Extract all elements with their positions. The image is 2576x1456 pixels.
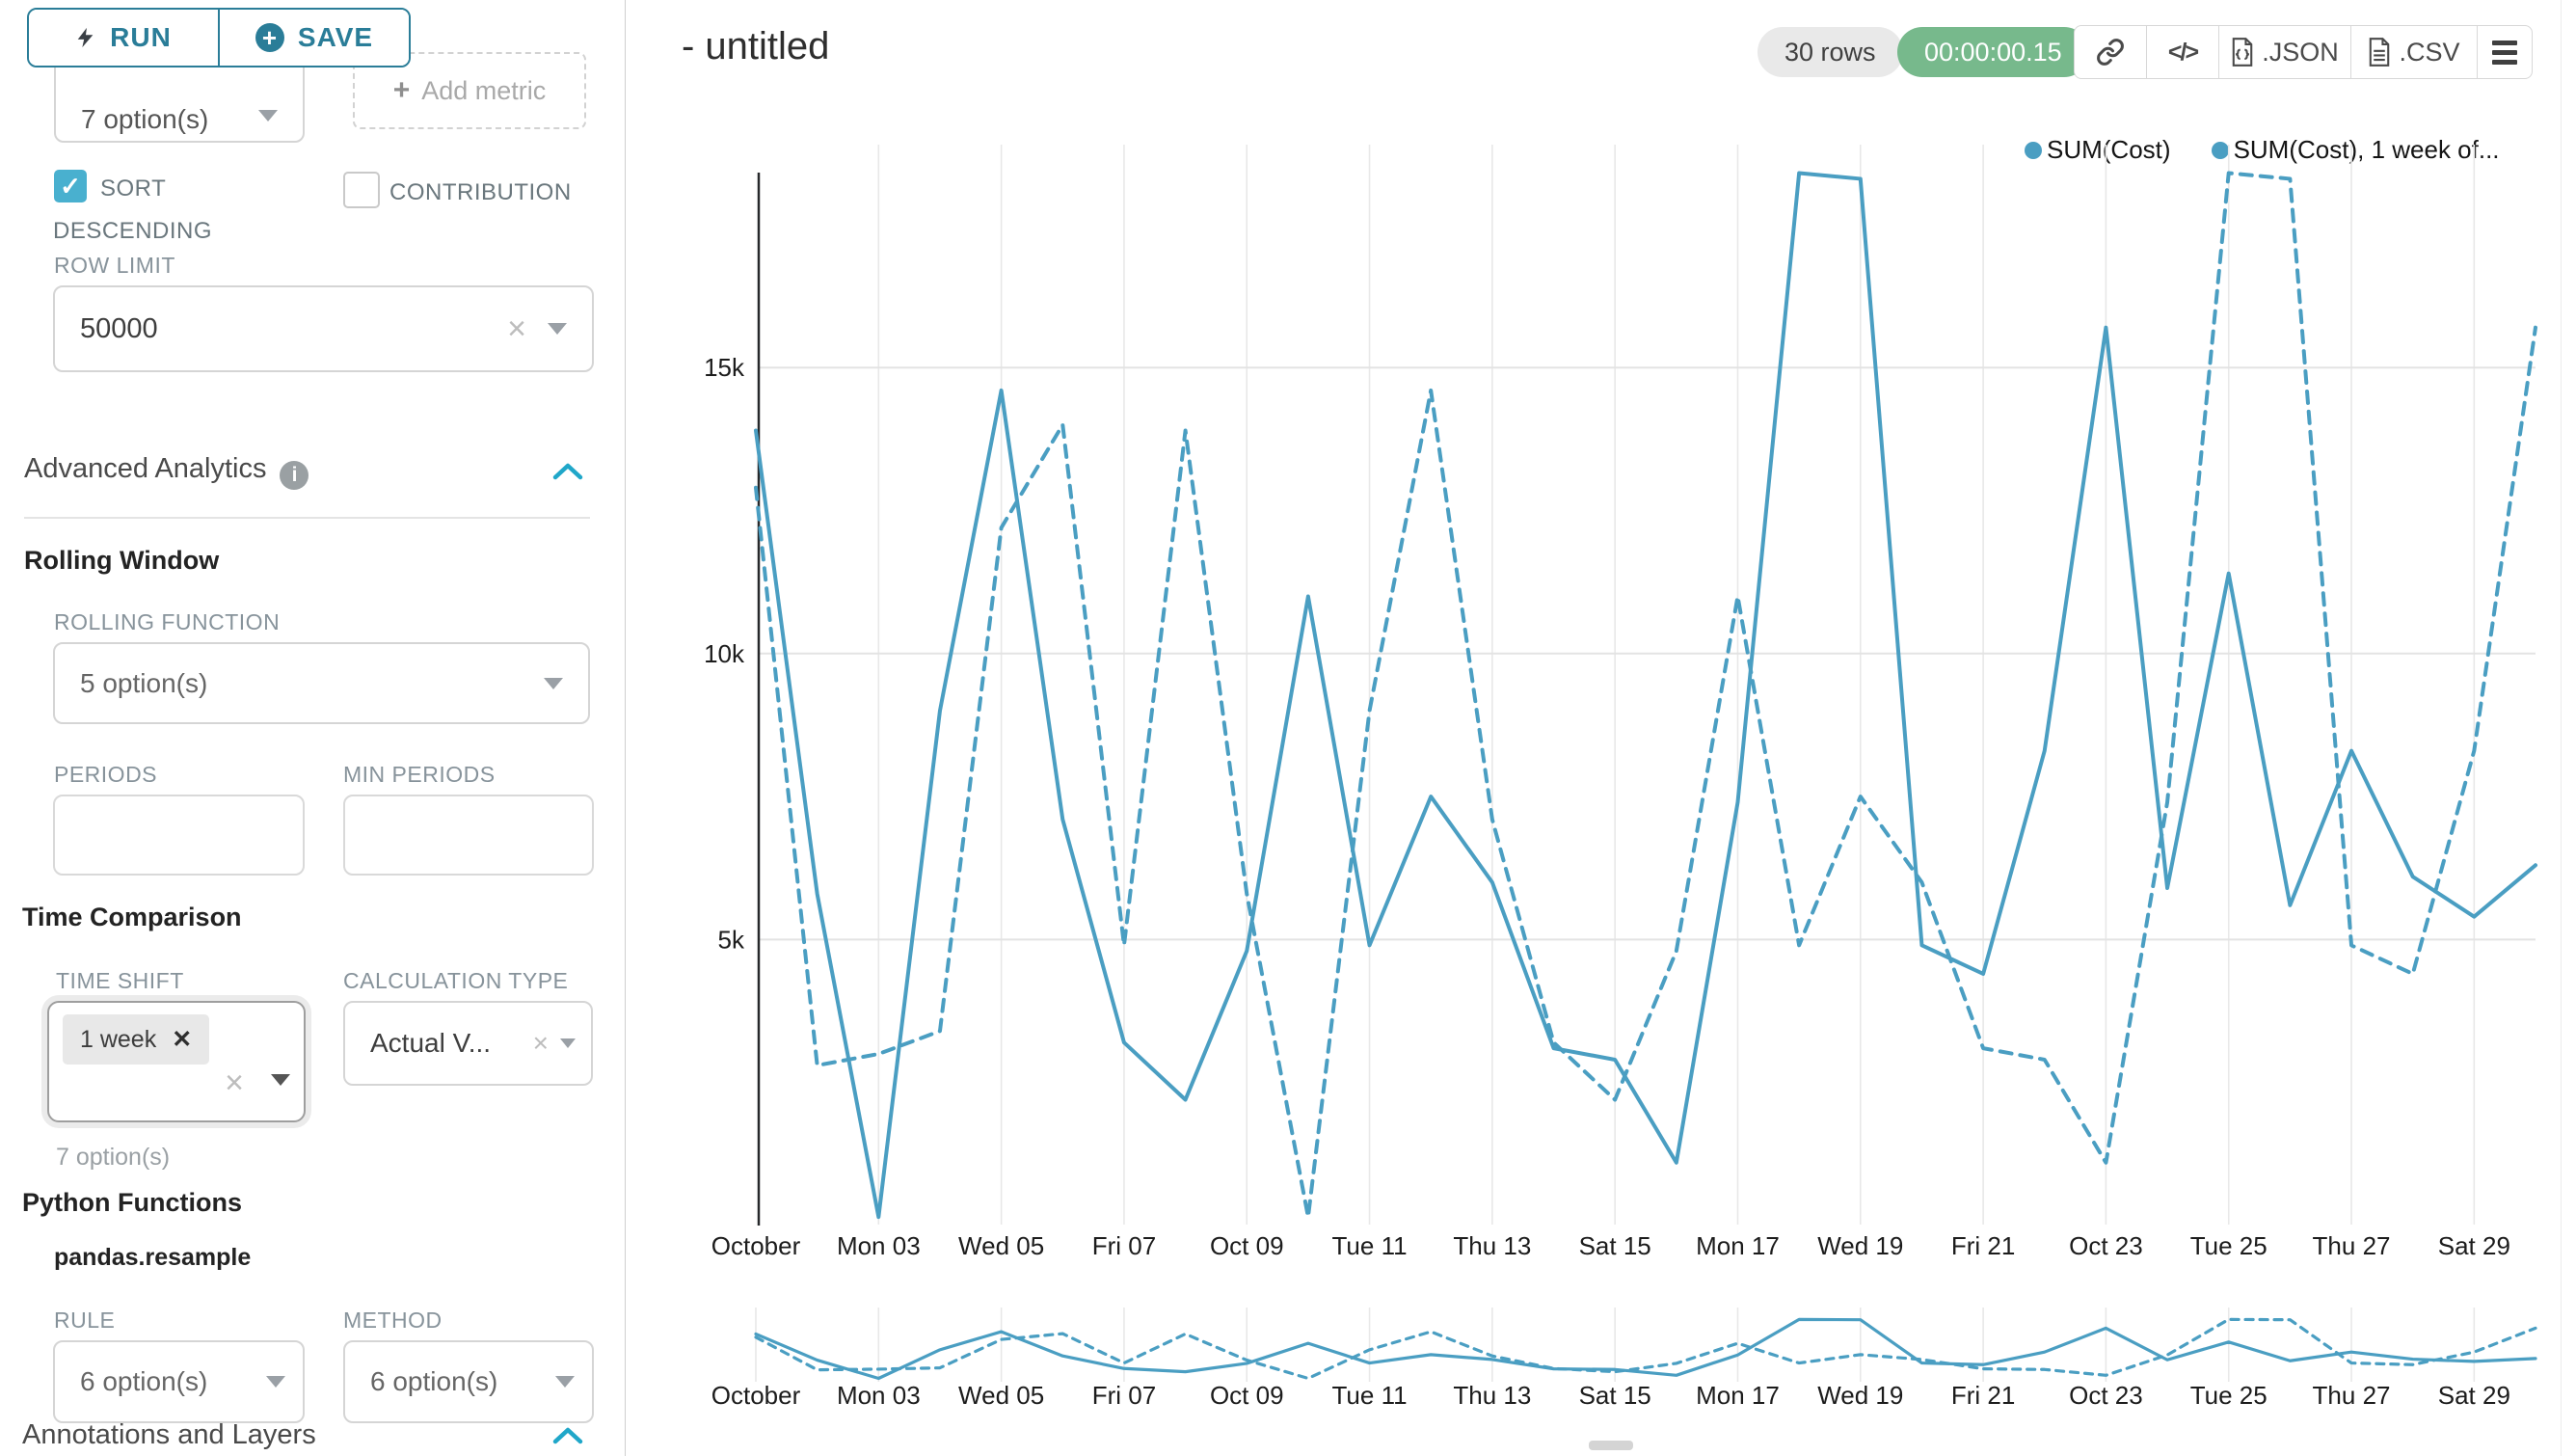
y-axis-tick-label: 5k <box>718 925 745 954</box>
mini-x-axis-tick-label: Wed 05 <box>958 1381 1044 1410</box>
run-save-button-group: RUN + SAVE <box>27 8 411 67</box>
mini-x-axis-tick-label: Thu 13 <box>1453 1381 1531 1410</box>
save-button-label: SAVE <box>298 22 373 53</box>
x-axis-tick-label: Sat 15 <box>1579 1231 1651 1260</box>
x-axis-tick-label: Sat 29 <box>2438 1231 2510 1260</box>
x-axis-tick-label: Tue 25 <box>2190 1231 2267 1260</box>
x-axis-tick-label: Wed 05 <box>958 1231 1044 1260</box>
mini-x-axis-tick-label: Fri 21 <box>1951 1381 2015 1410</box>
series-line-solid[interactable] <box>756 174 2536 1218</box>
mini-x-axis-tick-label: Sat 15 <box>1579 1381 1651 1410</box>
x-axis-tick-label: Fri 21 <box>1951 1231 2015 1260</box>
y-axis-tick-label: 15k <box>704 353 745 382</box>
x-axis-tick-label: Tue 11 <box>1332 1231 1408 1260</box>
mini-x-axis-tick-label: Thu 27 <box>2313 1381 2391 1410</box>
mini-x-axis-tick-label: Sat 29 <box>2438 1381 2510 1410</box>
time-series-line-chart[interactable]: 5k 10k 15k October Mon 03 Wed 05 Fri 07 Oct 09 T… <box>0 0 2576 1456</box>
save-button[interactable]: + SAVE <box>220 10 409 66</box>
mini-x-axis-tick-label: Oct 23 <box>2069 1381 2143 1410</box>
x-axis-tick-label: Thu 27 <box>2313 1231 2391 1260</box>
x-axis-tick-label: Mon 03 <box>837 1231 921 1260</box>
run-button[interactable]: RUN <box>29 10 220 66</box>
x-axis-tick-label: Oct 23 <box>2069 1231 2143 1260</box>
y-axis-tick-label: 10k <box>704 639 745 668</box>
lightning-icon <box>75 23 96 52</box>
mini-x-axis-tick-label: Tue 11 <box>1332 1381 1408 1410</box>
x-axis-tick-label: Oct 09 <box>1210 1231 1284 1260</box>
series-line-dashed[interactable] <box>756 174 2536 1218</box>
panel-right-border <box>2561 0 2562 1456</box>
plus-circle-icon: + <box>255 23 284 52</box>
mini-series-line-solid[interactable] <box>756 1319 2536 1378</box>
panel-resize-handle[interactable] <box>1589 1441 1633 1450</box>
mini-x-axis-tick-label: Fri 07 <box>1092 1381 1156 1410</box>
x-axis-tick-label: October <box>711 1231 801 1260</box>
mini-x-axis-tick-label: Mon 03 <box>837 1381 921 1410</box>
mini-x-axis-tick-label: Tue 25 <box>2190 1381 2267 1410</box>
x-axis-tick-label: Mon 17 <box>1696 1231 1780 1260</box>
x-axis-tick-label: Thu 13 <box>1453 1231 1531 1260</box>
mini-x-axis-tick-label: Wed 19 <box>1817 1381 1903 1410</box>
mini-series-line-dashed[interactable] <box>756 1319 2536 1378</box>
x-axis-tick-label: Wed 19 <box>1817 1231 1903 1260</box>
mini-x-axis-tick-label: October <box>711 1381 801 1410</box>
mini-x-axis-tick-label: Oct 09 <box>1210 1381 1284 1410</box>
run-button-label: RUN <box>110 22 172 53</box>
x-axis-tick-label: Fri 07 <box>1092 1231 1156 1260</box>
mini-x-axis-tick-label: Mon 17 <box>1696 1381 1780 1410</box>
